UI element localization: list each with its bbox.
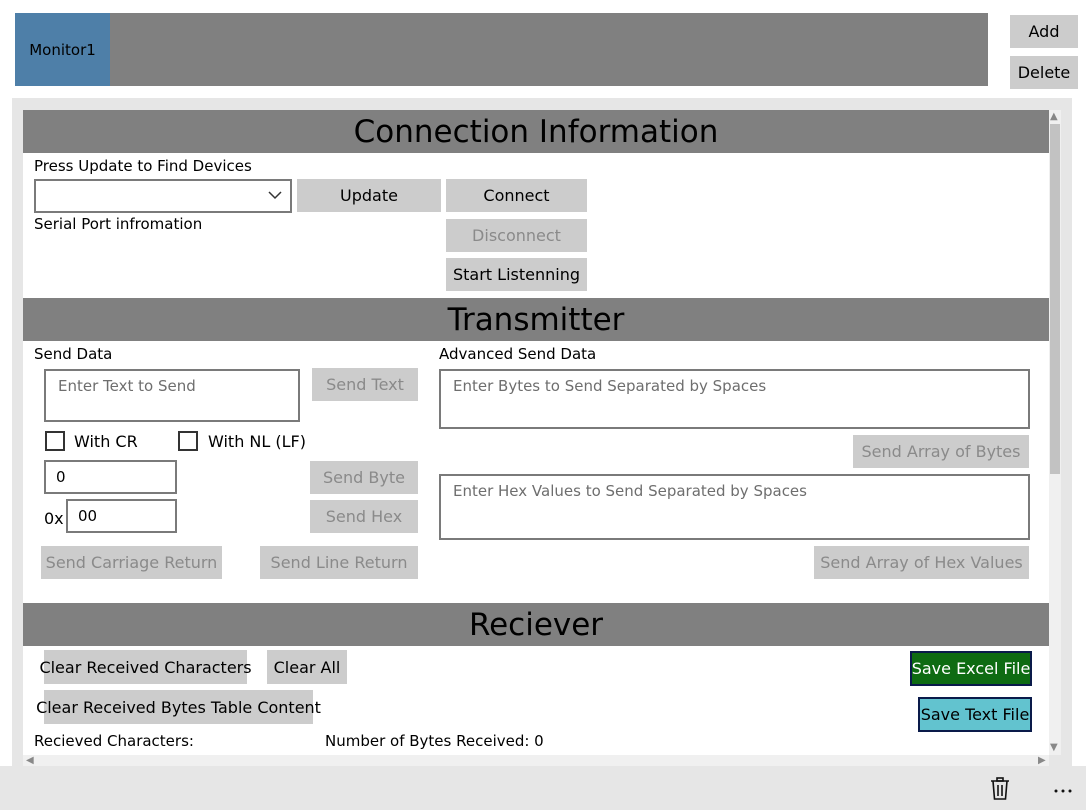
tab-strip [15,13,988,86]
scroll-left-icon[interactable]: ◀ [26,755,34,766]
connect-button[interactable]: Connect [446,179,587,212]
with-nl-label: With NL (LF) [208,432,306,451]
trash-icon[interactable] [990,777,1010,801]
scroll-up-icon[interactable]: ▲ [1050,111,1058,122]
clear-received-chars-button[interactable]: Clear Received Characters [39,650,252,684]
send-text-button[interactable]: Send Text [312,368,418,401]
scroll-down-icon[interactable]: ▼ [1050,742,1058,753]
bytes-received-label: Number of Bytes Received: 0 [325,732,544,750]
vertical-scroll-thumb[interactable] [1050,124,1060,474]
clear-all-button[interactable]: Clear All [267,650,347,684]
clear-bytes-table-button[interactable]: Clear Received Bytes Table Content [36,690,321,724]
bytes-array-input[interactable]: Enter Bytes to Send Separated by Spaces [439,369,1030,429]
port-info-label: Serial Port infromation [34,215,203,233]
update-button[interactable]: Update [297,179,441,212]
update-hint: Press Update to Find Devices [34,157,252,175]
advanced-send-label: Advanced Send Data [439,345,597,363]
more-icon[interactable] [1053,788,1073,794]
save-text-button[interactable]: Save Text File [918,697,1032,732]
save-excel-button[interactable]: Save Excel File [910,651,1032,686]
byte-input[interactable]: 0 [44,460,177,494]
delete-button[interactable]: Delete [1010,56,1078,89]
with-cr-label: With CR [74,432,138,451]
scroll-right-icon[interactable]: ▶ [1038,755,1046,766]
hex-input[interactable]: 00 [66,499,177,533]
disconnect-button[interactable]: Disconnect [446,219,587,252]
send-text-input[interactable]: Enter Text to Send [44,369,300,422]
with-cr-checkbox[interactable] [45,431,65,451]
chevron-down-icon [268,191,282,200]
send-array-hex-button[interactable]: Send Array of Hex Values [814,546,1029,579]
send-data-label: Send Data [34,345,113,363]
receiver-header: Reciever [23,603,1049,646]
with-nl-checkbox[interactable] [178,431,198,451]
app-bar [0,766,1086,810]
connection-header: Connection Information [23,110,1049,153]
send-byte-button[interactable]: Send Byte [310,461,418,494]
send-hex-button[interactable]: Send Hex [310,500,418,533]
send-line-return-button[interactable]: Send Line Return [260,546,418,579]
tab-monitor1[interactable]: Monitor1 [15,13,110,86]
received-chars-label: Recieved Characters: [34,732,194,750]
send-carriage-return-button[interactable]: Send Carriage Return [41,546,222,579]
hex-prefix: 0x [44,509,64,528]
device-select[interactable] [34,179,292,213]
send-array-bytes-button[interactable]: Send Array of Bytes [853,435,1029,468]
transmitter-header: Transmitter [23,298,1049,341]
add-button[interactable]: Add [1010,15,1078,48]
start-listening-button[interactable]: Start Listenning [446,258,587,291]
hex-array-input[interactable]: Enter Hex Values to Send Separated by Sp… [439,474,1030,540]
